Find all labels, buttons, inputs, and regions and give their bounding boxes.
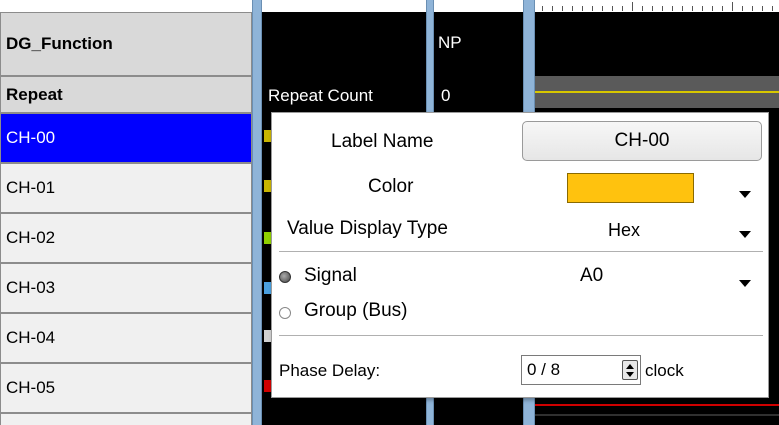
channel-row-ch05[interactable]: CH-05 [0, 363, 252, 413]
signal-label: Signal [304, 265, 357, 286]
channel-row-ch00[interactable]: CH-00 [0, 113, 252, 163]
ruler-tick [702, 6, 703, 11]
channel-row-ch01[interactable]: CH-01 [0, 163, 252, 213]
ruler-tick [732, 2, 733, 11]
repeat-header-label: Repeat [6, 84, 63, 104]
color-swatch[interactable] [567, 173, 694, 203]
divider [279, 335, 763, 336]
ruler-tick [592, 6, 593, 11]
ruler-tick [742, 6, 743, 11]
channel-label: CH-05 [6, 378, 56, 397]
ruler-tick [572, 6, 573, 11]
function-header: DG_Function [0, 12, 252, 76]
dropdown-arrow-icon[interactable] [739, 191, 751, 198]
ruler-tick [722, 6, 723, 11]
channel-label: CH-01 [6, 178, 56, 197]
channel-row-ch04[interactable]: CH-04 [0, 313, 252, 363]
ruler-tick [672, 6, 673, 11]
ruler-tick [772, 6, 773, 11]
ruler-tick [692, 6, 693, 11]
phase-delay-spinbox[interactable]: 0 / 8 [521, 355, 641, 385]
channel-list: DG_Function Repeat CH-00 CH-01 CH-02 CH-… [0, 0, 252, 425]
waveform-trace [535, 91, 779, 93]
waveform-trace [535, 414, 779, 416]
group-radio-icon[interactable] [279, 307, 291, 319]
divider [279, 251, 763, 252]
channel-row-ch02[interactable]: CH-02 [0, 213, 252, 263]
color-label: Color [368, 176, 414, 197]
spinner-icon[interactable] [622, 360, 638, 380]
ruler-tick [682, 6, 683, 11]
ruler-tick [562, 6, 563, 11]
channel-list-top-strip [0, 0, 252, 12]
repeat-count-label: Repeat Count [268, 86, 373, 105]
ruler-tick [612, 6, 613, 11]
phase-delay-unit: clock [645, 361, 684, 380]
repeat-header: Repeat [0, 76, 252, 113]
channel-label: CH-03 [6, 278, 56, 297]
label-name-field[interactable]: CH-00 [522, 121, 762, 161]
ruler-tick [652, 6, 653, 11]
signal-value[interactable]: A0 [580, 265, 603, 287]
timeline-ruler [262, 0, 779, 12]
ruler-tick [762, 6, 763, 11]
ruler-tick [712, 6, 713, 11]
channel-label: CH-04 [6, 328, 56, 347]
value-display-type-label: Value Display Type [287, 218, 448, 239]
splitter-handle[interactable] [252, 0, 262, 425]
phase-delay-label: Phase Delay: [279, 361, 381, 380]
phase-delay-value: 0 / 8 [527, 360, 561, 379]
label-name-value: CH-00 [614, 130, 670, 151]
function-header-label: DG_Function [6, 34, 113, 53]
ruler-tick [622, 6, 623, 11]
ruler-tick [582, 6, 583, 11]
channel-row-partial [0, 413, 252, 425]
signal-radio-icon[interactable] [279, 271, 291, 283]
channel-label: CH-02 [6, 228, 56, 247]
channel-label: CH-00 [6, 128, 56, 147]
repeat-count-value: 0 [441, 86, 451, 105]
label-name-label: Label Name [331, 131, 434, 152]
waveform-trace [535, 404, 779, 406]
ruler-tick [542, 6, 543, 11]
ruler-tick [632, 2, 633, 11]
dropdown-arrow-icon[interactable] [739, 280, 751, 287]
ruler-tick [552, 6, 553, 11]
ruler-tick [752, 6, 753, 11]
ruler-tick [602, 6, 603, 11]
dropdown-arrow-icon[interactable] [739, 231, 751, 238]
np-label: NP [438, 33, 462, 52]
group-label: Group (Bus) [304, 300, 408, 321]
channel-row-ch03[interactable]: CH-03 [0, 263, 252, 313]
channel-properties-popup: Label Name CH-00 Color Value Display Typ… [271, 112, 769, 398]
ruler-tick [662, 6, 663, 11]
value-display-type-value[interactable]: Hex [608, 220, 640, 241]
ruler-tick [642, 6, 643, 11]
